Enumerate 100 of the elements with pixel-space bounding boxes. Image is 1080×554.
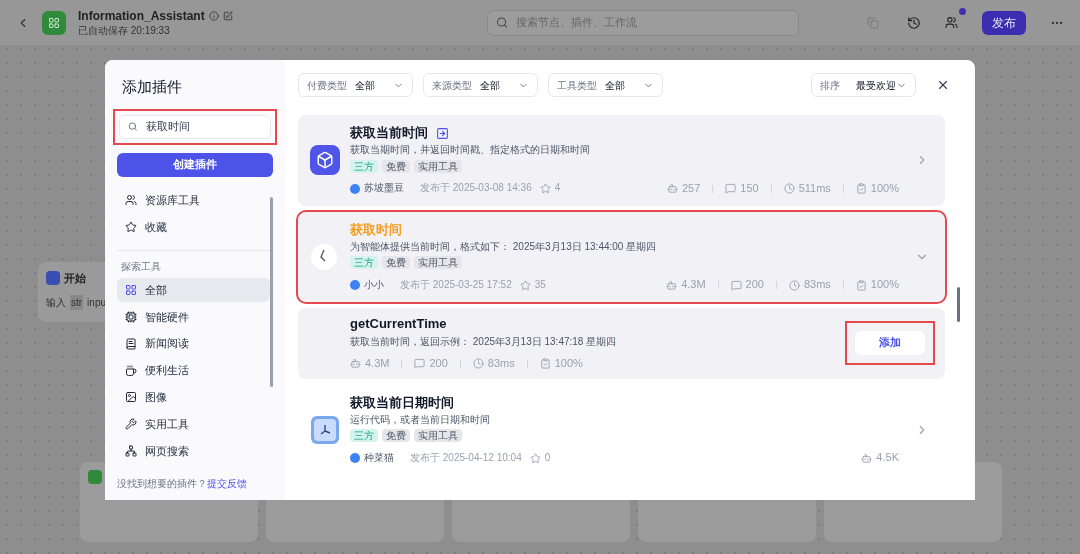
network-icon: [125, 445, 137, 458]
chip-icon: [125, 310, 137, 323]
stat-value: 4.3M: [681, 278, 706, 292]
type-tag: str: [70, 294, 84, 310]
nav-item[interactable]: 资源库工具: [117, 188, 270, 213]
stat-value: 4.5K: [876, 451, 899, 465]
plugin-description: 为智能体提供当前时间，格式如下： 2025年3月13日 13:44:00 星期四: [350, 240, 658, 254]
stat-value: 257: [681, 181, 701, 196]
plugin-name: 获取时间: [350, 221, 402, 238]
edit-icon[interactable]: [222, 11, 233, 22]
nav-item[interactable]: 智能硬件: [117, 305, 270, 329]
tag: 实用工具: [414, 429, 462, 443]
search-input[interactable]: 获取时间: [145, 118, 262, 135]
chat-icon: [414, 358, 426, 370]
plugin-search-field[interactable]: 获取时间: [119, 114, 271, 139]
stat-value: 150: [740, 181, 759, 196]
feedback-link[interactable]: 提交反馈: [207, 475, 247, 491]
tag: 三方: [350, 256, 378, 270]
nav-item[interactable]: 收藏: [117, 215, 270, 240]
stat-value: 83ms: [487, 356, 515, 371]
scrollbar[interactable]: [957, 287, 960, 322]
robot-icon: [350, 358, 361, 370]
clock-icon: [310, 414, 340, 445]
wrench-icon: [125, 418, 137, 431]
nav-item[interactable]: 新闻阅读: [117, 331, 270, 356]
search-icon: [495, 16, 508, 29]
tool-name: getCurrentTime: [350, 316, 448, 333]
history-icon[interactable]: [907, 15, 921, 30]
plugin-description: 获取当期时间，并返回时间戳、指定格式的日期和时间: [350, 144, 591, 157]
app-title: Information_Assistant: [78, 8, 205, 26]
author-avatar: [350, 453, 360, 464]
clock-icon: [783, 183, 795, 195]
grid-icon: [125, 284, 137, 297]
search-icon: [128, 121, 138, 132]
author-avatar: [350, 183, 360, 194]
favorite-count: 35: [534, 278, 546, 292]
chat-icon: [730, 279, 742, 291]
add-button[interactable]: 添加: [855, 331, 925, 356]
robot-icon: [861, 452, 873, 464]
filter-dropdown[interactable]: 付费类型 全部: [298, 73, 413, 97]
publish-date: 发布于 2025-03-08 14:36: [420, 182, 532, 195]
cup-icon: [125, 364, 137, 377]
feedback-text: 没找到想要的插件？: [117, 476, 207, 491]
link-icon[interactable]: [436, 126, 449, 140]
tag: 免费: [382, 429, 410, 443]
author-avatar: [350, 280, 360, 291]
favorite-count: 0: [544, 451, 551, 465]
clipboard-icon: [855, 279, 867, 291]
stat-value: 100%: [554, 356, 583, 371]
stat-value: 511ms: [798, 181, 831, 196]
plugin-card[interactable]: 获取当前时间 获取当期时间，并返回时间戳、指定格式的日期和时间 三方 免费 实用工具 苏坡墨豆 发布于 2025-03-08 14:36 4 257 150 511ms 100%: [298, 115, 945, 206]
plugin-name: 获取当前时间: [350, 125, 428, 142]
users-icon: [125, 194, 137, 207]
tag: 实用工具: [414, 159, 462, 173]
input-label: 输入: [46, 295, 66, 310]
plugin-description: 运行代码，或者当前日期和时间: [350, 413, 491, 427]
nav-item[interactable]: 全部: [117, 278, 270, 302]
stat-value: 4.3M: [365, 356, 390, 371]
star-icon: [125, 221, 137, 234]
tool-description: 获取当前时间，返回示例： 2025年3月13日 13:47:18 星期四: [350, 336, 618, 349]
sort-dropdown[interactable]: 排序 最受欢迎: [811, 73, 916, 97]
plugin-card[interactable]: 获取时间 为智能体提供当前时间，格式如下： 2025年3月13日 13:44:00 星期四 三方 免费 实用工具 小小 发布于 2025-03-25 17:52 35 4.3M 200 83ms 100%: [298, 211, 945, 302]
clock-icon: [788, 279, 800, 291]
nav-item[interactable]: 图像: [117, 385, 270, 410]
info-icon[interactable]: [208, 11, 219, 22]
close-icon[interactable]: [936, 78, 950, 92]
scrollbar[interactable]: [270, 196, 273, 387]
stat-value: 100%: [870, 181, 899, 196]
star-icon[interactable]: [529, 452, 541, 464]
publish-date: 发布于 2025-04-12 10:04: [410, 451, 522, 465]
template-icon: [88, 470, 102, 484]
stat-value: 200: [429, 356, 448, 371]
create-plugin-button[interactable]: 创建插件: [117, 152, 273, 177]
publish-date: 发布于 2025-03-25 17:52: [400, 278, 512, 292]
tag: 三方: [350, 429, 378, 443]
nav-item[interactable]: 实用工具: [117, 412, 270, 437]
clock-icon: [310, 242, 338, 271]
robot-icon: [666, 183, 678, 195]
tag: 三方: [350, 159, 378, 173]
chat-icon: [725, 183, 737, 195]
dialog-title: 添加插件: [122, 77, 183, 97]
input-name: inpu: [87, 295, 106, 310]
favorite-count: 4: [554, 182, 561, 195]
star-icon[interactable]: [539, 183, 551, 195]
publish-button[interactable]: 发布: [982, 10, 1026, 35]
plugin-name: 获取当前日期时间: [350, 394, 454, 411]
nav-item[interactable]: 网页搜索: [117, 439, 270, 463]
star-icon[interactable]: [519, 279, 531, 291]
save-status: 已自动保存 20:19:33: [78, 25, 171, 38]
clipboard-icon: [855, 183, 867, 195]
author-name: 种菜猫: [364, 451, 394, 465]
cube-icon: [310, 145, 340, 176]
author-name: 苏坡墨豆: [364, 182, 404, 195]
nav-item[interactable]: 便利生活: [117, 358, 270, 383]
stat-value: 200: [745, 278, 764, 292]
image-icon: [125, 391, 137, 404]
filter-dropdown[interactable]: 来源类型 全部: [423, 73, 538, 97]
notification-badge: [959, 8, 966, 15]
filter-dropdown[interactable]: 工具类型 全部: [548, 73, 663, 97]
users-icon[interactable]: [945, 16, 958, 29]
